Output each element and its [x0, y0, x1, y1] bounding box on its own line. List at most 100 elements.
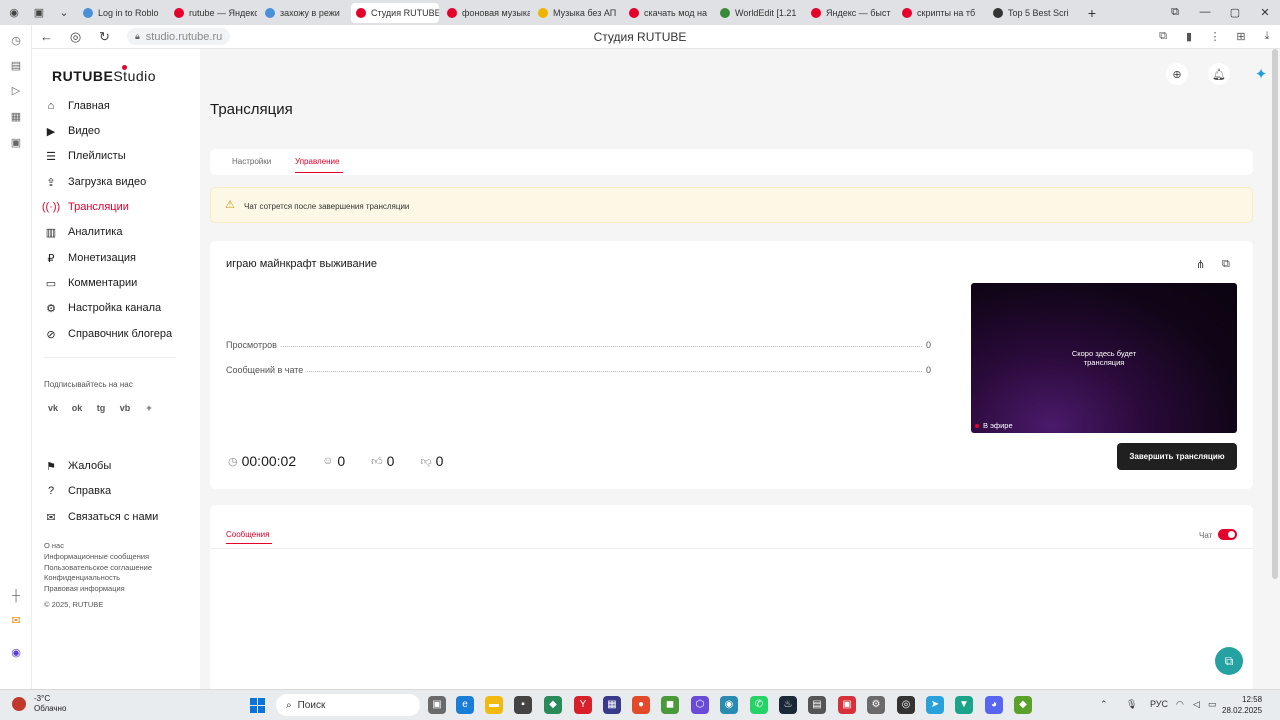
collections-icon[interactable]: ⊞ — [1228, 30, 1254, 43]
telegram-icon[interactable]: ➤ — [926, 696, 944, 714]
sidebar-item-guide[interactable]: ⊘ Справочник блогера — [44, 323, 194, 345]
browser-tab[interactable]: Студия RUTUBE✕ — [351, 2, 439, 23]
clock[interactable]: 12:58 28.02.2025 — [1222, 694, 1262, 716]
social-more-icon[interactable]: + — [142, 401, 156, 415]
sidebar-item-settings[interactable]: ⚙ Настройка канала — [44, 297, 194, 319]
weather-widget[interactable]: -3°C Облачно — [12, 694, 66, 714]
footer-link[interactable]: Пользовательское соглашение — [44, 563, 152, 572]
avatar[interactable]: ✦ — [1250, 63, 1272, 85]
discord-icon[interactable]: ◕ — [985, 696, 1003, 714]
create-icon[interactable]: ⊕ — [1166, 63, 1188, 85]
sidebar-item-home[interactable]: ⌂ Главная — [44, 95, 194, 117]
steam-icon[interactable]: ♨ — [779, 696, 797, 714]
explorer-icon[interactable]: ▬ — [485, 696, 503, 714]
app-icon-3[interactable]: ▦ — [603, 696, 621, 714]
sidebar-item-money[interactable]: ₽ Монетизация — [44, 247, 194, 269]
sidebar-item-mail[interactable]: ✉ Связаться с нами — [44, 506, 194, 528]
volume-icon[interactable]: ◁ — [1193, 699, 1200, 710]
language-indicator[interactable]: РУС — [1150, 699, 1168, 709]
app-icon-5[interactable]: ⬡ — [691, 696, 709, 714]
menu-dots-icon[interactable]: ⋮ — [1202, 30, 1228, 43]
tab-actions-icon[interactable]: ▣ — [28, 3, 50, 23]
reader-icon[interactable]: ⧉ — [1150, 30, 1176, 43]
vpn-icon[interactable]: ▼ — [955, 696, 973, 714]
side-mail-icon[interactable]: ✉ — [8, 613, 24, 629]
footer-link[interactable]: Конфиденциальность — [44, 573, 120, 582]
stream-preview[interactable]: Скоро здесь будет трансляция В эфире — [971, 283, 1237, 433]
wifi-icon[interactable]: ◠ — [1176, 699, 1184, 710]
open-external-icon[interactable]: ⧉ — [1222, 258, 1230, 271]
sidebar-item-playlist[interactable]: ☰ Плейлисты — [44, 145, 194, 167]
rutube-studio-logo[interactable]: RUTUBEStudio — [52, 65, 156, 84]
side-note-icon[interactable]: ▣ — [8, 135, 24, 151]
side-tabs-icon[interactable]: ▤ — [8, 58, 24, 74]
browser-tab[interactable]: rutube — Яндекс — [169, 3, 257, 23]
sidebar-item-flag[interactable]: ⚑ Жалобы — [44, 455, 194, 477]
footer-link[interactable]: Правовая информация — [44, 584, 125, 593]
chat-toggle[interactable] — [1218, 529, 1237, 540]
social-ok-icon[interactable]: ok — [70, 401, 84, 415]
whatsapp-icon[interactable]: ✆ — [750, 696, 768, 714]
close-window-icon[interactable]: ✕ — [1250, 6, 1280, 19]
social-vk-icon[interactable]: vk — [46, 401, 60, 415]
maximize-icon[interactable]: ▢ — [1220, 6, 1250, 19]
minecraft-icon[interactable]: ◼ — [661, 696, 679, 714]
app-icon-1[interactable]: ▪ — [514, 696, 532, 714]
sidebar-item-comment[interactable]: ▭ Комментарии — [44, 272, 194, 294]
sidebar-item-help[interactable]: ? Справка — [44, 480, 194, 502]
tray-mic-icon[interactable]: 🎙︎ — [1126, 699, 1137, 710]
tab-list-icon[interactable]: ⌄ — [53, 3, 75, 23]
browser-tab[interactable]: Яндекс — быст — [806, 3, 894, 23]
social-vb-icon[interactable]: vb — [118, 401, 132, 415]
side-play-icon[interactable]: ▷ — [8, 83, 24, 99]
battery-icon[interactable]: ▭ — [1208, 699, 1217, 710]
browser-tab[interactable]: захожу в режи — [260, 3, 348, 23]
url-field[interactable]: 🔒︎ studio.rutube.ru — [127, 28, 231, 45]
tab-messages[interactable]: Сообщения — [226, 530, 269, 539]
sidebar-item-analytics[interactable]: ▥ Аналитика — [44, 221, 194, 243]
yandex-browser-icon[interactable]: Y — [574, 696, 592, 714]
browser-tab[interactable]: Top 5 Best Scri — [988, 3, 1076, 23]
settings-icon[interactable]: ⚙ — [867, 696, 885, 714]
task-view-icon[interactable]: ▣ — [428, 696, 446, 714]
browser-tab[interactable]: скачать мод на — [624, 3, 712, 23]
tab-manage[interactable]: Управление — [295, 157, 339, 166]
side-assistant-icon[interactable]: ◉ — [8, 645, 24, 661]
sidebar-item-broadcast[interactable]: ((·)) Трансляции — [42, 196, 194, 218]
app-icon-6[interactable]: ◉ — [720, 696, 738, 714]
browser-tab[interactable]: WorldEdit [1.21 — [715, 3, 803, 23]
reload-icon[interactable]: ↻ — [90, 29, 119, 45]
start-icon[interactable] — [250, 698, 265, 713]
page-scrollbar[interactable] — [1272, 49, 1278, 579]
tray-chevron-icon[interactable]: ⌃ — [1100, 699, 1108, 710]
window-layout-icon[interactable]: ⧉ — [1160, 6, 1190, 19]
app-icon-9[interactable]: ◎ — [897, 696, 915, 714]
social-tg-icon[interactable]: tg — [94, 401, 108, 415]
browser-tab[interactable]: Log in to Roblo — [78, 3, 166, 23]
back-icon[interactable]: ← — [32, 29, 61, 44]
app-icon-7[interactable]: ▤ — [808, 696, 826, 714]
protect-icon[interactable]: ◎ — [61, 29, 90, 45]
tab-settings[interactable]: Настройки — [232, 157, 271, 166]
app-icon-2[interactable]: ◆ — [544, 696, 562, 714]
app-icon-10[interactable]: ◆ — [1014, 696, 1032, 714]
edge-icon[interactable]: e — [456, 696, 474, 714]
footer-link[interactable]: Информационные сообщения — [44, 552, 149, 561]
browser-tab[interactable]: фоновая музыка — [442, 3, 530, 23]
side-clock-icon[interactable]: ◷ — [8, 33, 24, 49]
download-icon[interactable]: ⤓ — [1254, 30, 1280, 43]
new-tab-button[interactable]: + — [1082, 3, 1102, 23]
side-calendar-icon[interactable]: ▦ — [8, 109, 24, 125]
sidebar-item-video[interactable]: ▶ Видео — [44, 120, 194, 142]
app-icon-8[interactable]: ▣ — [838, 696, 856, 714]
share-icon[interactable]: ⋔ — [1196, 258, 1205, 271]
app-icon-4[interactable]: ● — [632, 696, 650, 714]
support-chat-button[interactable]: ⧉ — [1215, 647, 1243, 675]
footer-link[interactable]: О нас — [44, 541, 64, 550]
browser-tab[interactable]: Музыка без АП — [533, 3, 621, 23]
browser-tab[interactable]: скрипты на тб — [897, 3, 985, 23]
taskbar-search[interactable]: ⌕ Поиск — [276, 694, 420, 716]
minimize-icon[interactable]: — — [1190, 6, 1220, 19]
bookmark-icon[interactable]: ▮ — [1176, 30, 1202, 43]
sidebar-item-upload[interactable]: ⇪ Загрузка видео — [44, 171, 194, 193]
